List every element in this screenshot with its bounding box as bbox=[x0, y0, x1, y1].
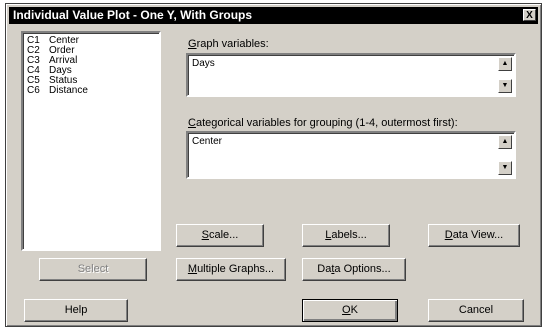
categorical-variables-value: Center bbox=[192, 136, 223, 147]
scroll-down-icon[interactable]: ▼ bbox=[498, 161, 512, 175]
list-item[interactable]: C6 Distance bbox=[27, 86, 155, 96]
help-button[interactable]: Help bbox=[24, 299, 128, 322]
list-item[interactable]: C5 Status bbox=[27, 76, 155, 86]
scroll-up-icon[interactable]: ▲ bbox=[498, 57, 512, 71]
scroll-up-icon[interactable]: ▲ bbox=[498, 135, 512, 149]
title-bar: Individual Value Plot - One Y, With Grou… bbox=[9, 7, 538, 24]
ok-button[interactable]: OK bbox=[302, 299, 398, 322]
variables-list[interactable]: C1 Center C2 Order C3 Arrival C4 Days C5 Stat… bbox=[21, 31, 161, 251]
graph-variables-label: Graph variables: bbox=[188, 38, 269, 50]
scrollbar[interactable]: ▲ ▼ bbox=[498, 135, 512, 175]
multiple-graphs-button[interactable]: Multiple Graphs... bbox=[176, 258, 286, 281]
graph-variables-value: Days bbox=[192, 58, 215, 69]
select-button[interactable]: Select bbox=[39, 258, 147, 281]
list-item[interactable]: C1 Center bbox=[27, 36, 155, 46]
cancel-button[interactable]: Cancel bbox=[428, 299, 524, 322]
close-icon[interactable]: X bbox=[523, 9, 536, 21]
list-item[interactable]: C2 Order bbox=[27, 46, 155, 56]
data-view-button[interactable]: Data View... bbox=[428, 224, 520, 247]
scroll-down-icon[interactable]: ▼ bbox=[498, 79, 512, 93]
list-item[interactable]: C3 Arrival bbox=[27, 56, 155, 66]
categorical-variables-label: Categorical variables for grouping (1-4,… bbox=[188, 117, 458, 129]
list-item[interactable]: C4 Days bbox=[27, 66, 155, 76]
dialog-title: Individual Value Plot - One Y, With Grou… bbox=[13, 8, 253, 22]
labels-button[interactable]: Labels... bbox=[302, 224, 390, 247]
data-options-button[interactable]: Data Options... bbox=[302, 258, 406, 281]
graph-variables-field[interactable]: Days ▲ ▼ bbox=[186, 53, 516, 97]
dialog-window: Individual Value Plot - One Y, With Grou… bbox=[5, 3, 542, 327]
categorical-variables-field[interactable]: Center ▲ ▼ bbox=[186, 131, 516, 179]
scrollbar[interactable]: ▲ ▼ bbox=[498, 57, 512, 93]
scale-button[interactable]: Scale... bbox=[176, 224, 264, 247]
